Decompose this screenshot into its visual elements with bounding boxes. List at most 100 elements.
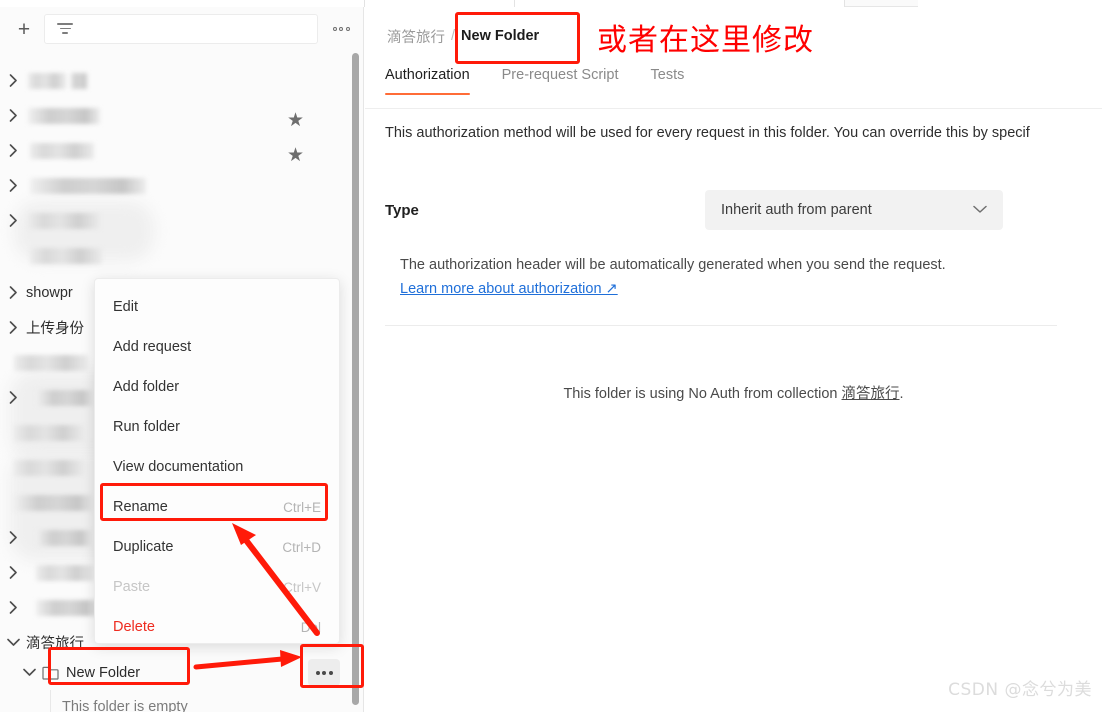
list-item-label: showpr bbox=[26, 284, 73, 301]
menu-item-label: Add folder bbox=[113, 379, 180, 395]
list-item[interactable] bbox=[0, 238, 352, 273]
menu-item-label: Delete bbox=[113, 619, 155, 635]
sidebar-toolbar: + bbox=[0, 7, 363, 51]
tree-indent-guide bbox=[50, 690, 51, 712]
tab-segment-3[interactable] bbox=[918, 0, 1102, 7]
menu-item-label: Run folder bbox=[113, 419, 180, 435]
learn-more-link[interactable]: Learn more about authorization ↗ bbox=[400, 281, 618, 297]
section-divider bbox=[385, 325, 1057, 326]
tab-pre-request-script[interactable]: Pre-request Script bbox=[502, 67, 619, 94]
context-menu: Edit Add request Add folder Run folder V… bbox=[94, 278, 340, 644]
list-item-label: 上传身份 bbox=[26, 321, 84, 337]
menu-item-label: View documentation bbox=[113, 459, 244, 475]
breadcrumb-separator: / bbox=[451, 28, 456, 44]
main-tab-bar: Authorization Pre-request Script Tests bbox=[365, 67, 1102, 109]
tab-tests[interactable]: Tests bbox=[651, 67, 685, 94]
menu-item-shortcut: Ctrl+V bbox=[283, 579, 321, 595]
menu-item-view-documentation[interactable]: View documentation bbox=[95, 447, 339, 487]
sidebar-more-button[interactable] bbox=[328, 16, 354, 42]
auth-header-note: The authorization header will be automat… bbox=[400, 257, 946, 273]
menu-item-paste: Paste Ctrl+V bbox=[95, 567, 339, 607]
menu-item-shortcut: Ctrl+D bbox=[282, 539, 321, 555]
list-item-label bbox=[36, 529, 92, 546]
list-item-label bbox=[14, 494, 94, 511]
main-panel: 滴答旅行 / New Folder 或者在这里修改 Authorization … bbox=[365, 7, 1102, 712]
list-item-label bbox=[28, 72, 66, 89]
menu-item-add-folder[interactable]: Add folder bbox=[95, 367, 339, 407]
chevron-right-icon[interactable] bbox=[0, 590, 26, 625]
breadcrumb-folder-name[interactable]: New Folder bbox=[461, 28, 539, 44]
auth-type-value: Inherit auth from parent bbox=[721, 202, 872, 218]
menu-item-run-folder[interactable]: Run folder bbox=[95, 407, 339, 447]
list-item[interactable] bbox=[0, 98, 352, 133]
tab-segment-2[interactable] bbox=[515, 0, 845, 7]
auth-description: This authorization method will be used f… bbox=[385, 125, 1030, 141]
add-new-button[interactable]: + bbox=[10, 15, 38, 43]
no-auth-prefix: This folder is using No Auth from collec… bbox=[563, 386, 842, 402]
list-item-label bbox=[28, 212, 100, 229]
menu-item-label: Rename bbox=[113, 499, 168, 515]
menu-item-rename[interactable]: Rename Ctrl+E bbox=[95, 487, 339, 527]
chevron-right-icon[interactable] bbox=[0, 380, 26, 415]
no-auth-suffix: . bbox=[899, 386, 904, 402]
tab-segment-sidebar bbox=[0, 0, 365, 7]
new-folder-label: New Folder bbox=[66, 664, 141, 681]
tab-segment-1[interactable] bbox=[365, 0, 515, 7]
collection-label: 滴答旅行 bbox=[26, 636, 84, 652]
chevron-right-icon[interactable] bbox=[0, 555, 26, 590]
menu-item-edit[interactable]: Edit bbox=[95, 287, 339, 327]
chevron-right-icon[interactable] bbox=[0, 520, 26, 555]
auth-type-select[interactable]: Inherit auth from parent bbox=[705, 190, 1003, 230]
type-label: Type bbox=[385, 201, 419, 219]
no-auth-message: This folder is using No Auth from collec… bbox=[365, 382, 1102, 403]
menu-item-label: Duplicate bbox=[113, 539, 174, 555]
breadcrumb: 滴答旅行 / New Folder 或者在这里修改 bbox=[365, 7, 1102, 65]
app-window: + ★ ★ showpr 上传身份 滴答旅行 New Folder This f… bbox=[0, 0, 1102, 712]
list-item-label bbox=[14, 459, 84, 476]
chevron-right-icon[interactable] bbox=[0, 133, 26, 168]
menu-item-shortcut: Del bbox=[300, 619, 321, 635]
list-item-label bbox=[14, 424, 84, 441]
auth-type-row: Type Inherit auth from parent bbox=[385, 190, 1045, 230]
window-tab-strip bbox=[0, 0, 1102, 7]
folder-icon bbox=[42, 666, 59, 680]
list-item-label bbox=[30, 177, 146, 194]
sidebar-scrollbar[interactable] bbox=[352, 53, 359, 705]
list-item-label bbox=[36, 564, 94, 581]
watermark: CSDN @念兮为美 bbox=[948, 680, 1092, 700]
menu-item-label: Paste bbox=[113, 579, 151, 595]
list-item-label bbox=[14, 354, 88, 371]
more-horizontal-icon bbox=[315, 670, 333, 675]
no-auth-collection-link[interactable]: 滴答旅行 bbox=[842, 386, 900, 402]
chevron-right-icon[interactable] bbox=[0, 98, 26, 133]
list-item[interactable] bbox=[0, 168, 352, 203]
folder-more-button[interactable] bbox=[308, 659, 340, 686]
menu-item-shortcut: Ctrl+E bbox=[283, 499, 321, 515]
list-item-label bbox=[30, 142, 94, 159]
filter-input[interactable] bbox=[44, 14, 318, 44]
list-item[interactable] bbox=[0, 203, 352, 238]
menu-item-label: Edit bbox=[113, 299, 138, 315]
tab-authorization[interactable]: Authorization bbox=[385, 67, 470, 95]
chevron-down-icon bbox=[973, 202, 987, 218]
list-item[interactable] bbox=[0, 63, 352, 98]
menu-item-duplicate[interactable]: Duplicate Ctrl+D bbox=[95, 527, 339, 567]
sidebar-item-new-folder[interactable]: New Folder bbox=[0, 655, 352, 690]
chevron-right-icon[interactable] bbox=[0, 310, 26, 345]
chevron-right-icon[interactable] bbox=[0, 168, 26, 203]
list-item-label bbox=[30, 247, 102, 264]
list-item-label bbox=[28, 107, 100, 124]
folder-empty-note: This folder is empty bbox=[62, 699, 188, 712]
chevron-down-icon[interactable] bbox=[16, 655, 42, 690]
more-horizontal-icon bbox=[332, 27, 350, 31]
menu-item-label: Add request bbox=[113, 339, 192, 355]
list-item[interactable] bbox=[0, 133, 352, 168]
menu-item-delete[interactable]: Delete Del bbox=[95, 607, 339, 647]
annotation-text-cn: 或者在这里修改 bbox=[597, 23, 814, 58]
chevron-right-icon[interactable] bbox=[0, 63, 26, 98]
chevron-right-icon[interactable] bbox=[0, 275, 26, 310]
list-item-label bbox=[36, 599, 98, 616]
chevron-right-icon[interactable] bbox=[0, 203, 26, 238]
breadcrumb-collection[interactable]: 滴答旅行 bbox=[387, 26, 445, 47]
menu-item-add-request[interactable]: Add request bbox=[95, 327, 339, 367]
